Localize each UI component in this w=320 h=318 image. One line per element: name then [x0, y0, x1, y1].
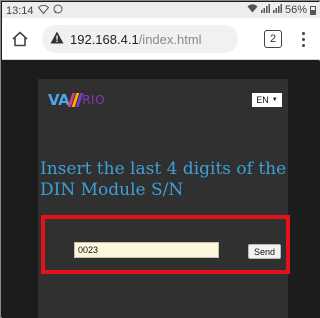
- browser-address-bar: 192.168.4.1 /index.html 2: [2, 18, 320, 60]
- url-host: 192.168.4.1: [70, 31, 139, 47]
- status-time: 13:14: [6, 4, 34, 17]
- wifi-icon: [247, 4, 258, 16]
- home-button[interactable]: [8, 27, 32, 51]
- battery-icon: [310, 5, 316, 15]
- signal-icon: [272, 4, 282, 16]
- page-title: Insert the last 4 digits of the DIN Modu…: [40, 159, 287, 200]
- whatsapp-icon: [53, 4, 63, 17]
- status-bar-left: 13:14: [6, 4, 63, 17]
- serial-number-input[interactable]: [74, 242, 219, 258]
- varrio-logo: VA RIO: [48, 91, 105, 109]
- content-panel: VA RIO EN ▼ Insert the last 4 digits of …: [38, 79, 290, 318]
- more-vertical-icon[interactable]: [295, 27, 311, 51]
- status-bar: 13:14 56%: [2, 2, 320, 18]
- language-select[interactable]: EN ▼: [252, 93, 282, 107]
- battery-percentage: 56%: [284, 4, 307, 16]
- url-field[interactable]: 192.168.4.1 /index.html: [42, 25, 238, 53]
- home-icon: [12, 31, 28, 47]
- phone-screen: 13:14 56% 192.168.4.1 /index.html 2 VA R…: [0, 0, 320, 318]
- signal-icon: [260, 4, 270, 16]
- caret-down-icon: ▼: [271, 97, 278, 103]
- warning-icon: [50, 31, 64, 47]
- wifi-icon: [37, 4, 49, 17]
- status-bar-right: 56%: [247, 4, 316, 16]
- web-page: VA RIO EN ▼ Insert the last 4 digits of …: [2, 61, 320, 318]
- send-button[interactable]: Send: [248, 244, 281, 259]
- language-selected: EN: [256, 95, 269, 105]
- tab-switcher-button[interactable]: 2: [264, 30, 282, 48]
- url-path: /index.html: [138, 31, 202, 47]
- logo-va-text: VA: [48, 91, 70, 109]
- logo-rio-text: RIO: [82, 93, 106, 107]
- logo-bars: [67, 93, 84, 107]
